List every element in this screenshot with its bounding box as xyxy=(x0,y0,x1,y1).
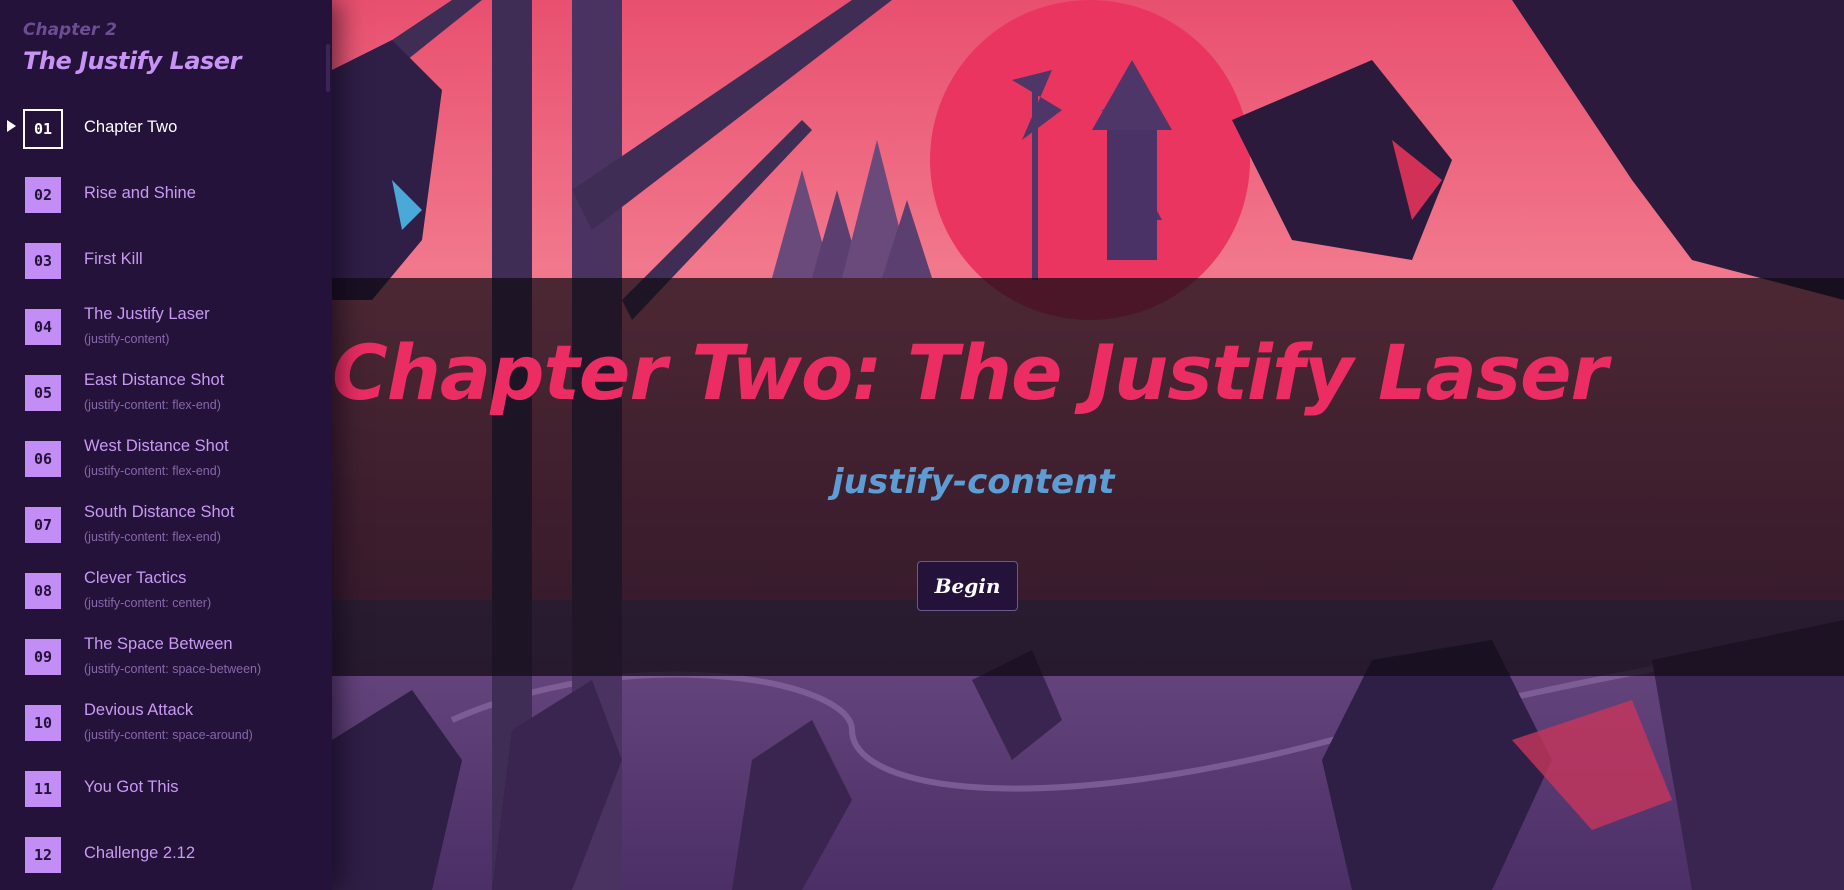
chapter-subtitle: justify-content xyxy=(832,462,1115,502)
level-name: First Kill xyxy=(84,250,143,268)
level-item-12[interactable]: 12 Challenge 2.12 xyxy=(0,820,332,886)
current-level-arrow-icon xyxy=(7,120,16,132)
level-number-badge: 08 xyxy=(25,573,61,609)
level-number-badge: 10 xyxy=(25,705,61,741)
level-number-badge: 05 xyxy=(25,375,61,411)
level-number-badge: 07 xyxy=(25,507,61,543)
level-name: The Justify Laser xyxy=(84,305,210,323)
chapter-title: Chapter Two: The Justify Laser xyxy=(332,328,1608,417)
level-item-03[interactable]: 03 First Kill xyxy=(0,226,332,292)
level-number-badge: 06 xyxy=(25,441,61,477)
level-item-06[interactable]: 06 West Distance Shot (justify-content: fl… xyxy=(0,424,332,490)
chapter-label: Chapter 2 xyxy=(23,20,118,40)
level-name: South Distance Shot xyxy=(84,503,235,521)
level-hint: (justify-content: flex-end) xyxy=(84,530,221,544)
level-name: Clever Tactics xyxy=(84,569,187,587)
level-hint: (justify-content: space-between) xyxy=(84,662,262,676)
level-hint: (justify-content) xyxy=(84,332,170,346)
level-item-07[interactable]: 07 South Distance Shot (justify-content: f… xyxy=(0,490,332,556)
level-item-01[interactable]: 01 Chapter Two xyxy=(0,94,332,160)
level-number-badge: 09 xyxy=(25,639,61,675)
level-name: West Distance Shot xyxy=(84,437,229,455)
level-item-10[interactable]: 10 Devious Attack (justify-content: space-… xyxy=(0,688,332,754)
level-name: Chapter Two xyxy=(84,118,178,136)
level-hint: (justify-content: flex-end) xyxy=(84,464,221,478)
level-item-09[interactable]: 09 The Space Between (justify-content: spa… xyxy=(0,622,332,688)
level-hint: (justify-content: flex-end) xyxy=(84,398,221,412)
level-number-badge: 03 xyxy=(25,243,61,279)
level-number-badge: 02 xyxy=(25,177,61,213)
begin-button[interactable]: Begin xyxy=(917,561,1018,611)
level-number-badge: 01 xyxy=(23,109,63,149)
level-number-badge: 04 xyxy=(25,309,61,345)
level-item-05[interactable]: 05 East Distance Shot (justify-content: fl… xyxy=(0,358,332,424)
level-item-04[interactable]: 04 The Justify Laser (justify-content) xyxy=(0,292,332,358)
level-name: Rise and Shine xyxy=(84,184,196,202)
level-name: East Distance Shot xyxy=(84,371,225,389)
level-number-badge: 11 xyxy=(25,771,61,807)
level-name: The Space Between xyxy=(84,635,233,653)
level-item-11[interactable]: 11 You Got This xyxy=(0,754,332,820)
level-item-02[interactable]: 02 Rise and Shine xyxy=(0,160,332,226)
level-name: You Got This xyxy=(84,778,179,796)
level-name: Challenge 2.12 xyxy=(84,844,196,862)
level-hint: (justify-content: center) xyxy=(84,596,212,610)
sidebar-scrollbar[interactable] xyxy=(326,44,330,92)
level-number-badge: 12 xyxy=(25,837,61,873)
sidebar-chapter-title: The Justify Laser xyxy=(23,47,241,75)
level-name: Devious Attack xyxy=(84,701,194,719)
level-item-08[interactable]: 08 Clever Tactics (justify-content: center… xyxy=(0,556,332,622)
level-hint: (justify-content: space-around) xyxy=(84,728,253,742)
level-sidebar: Chapter 2 The Justify Laser 01 Chapter Tw… xyxy=(0,0,332,890)
